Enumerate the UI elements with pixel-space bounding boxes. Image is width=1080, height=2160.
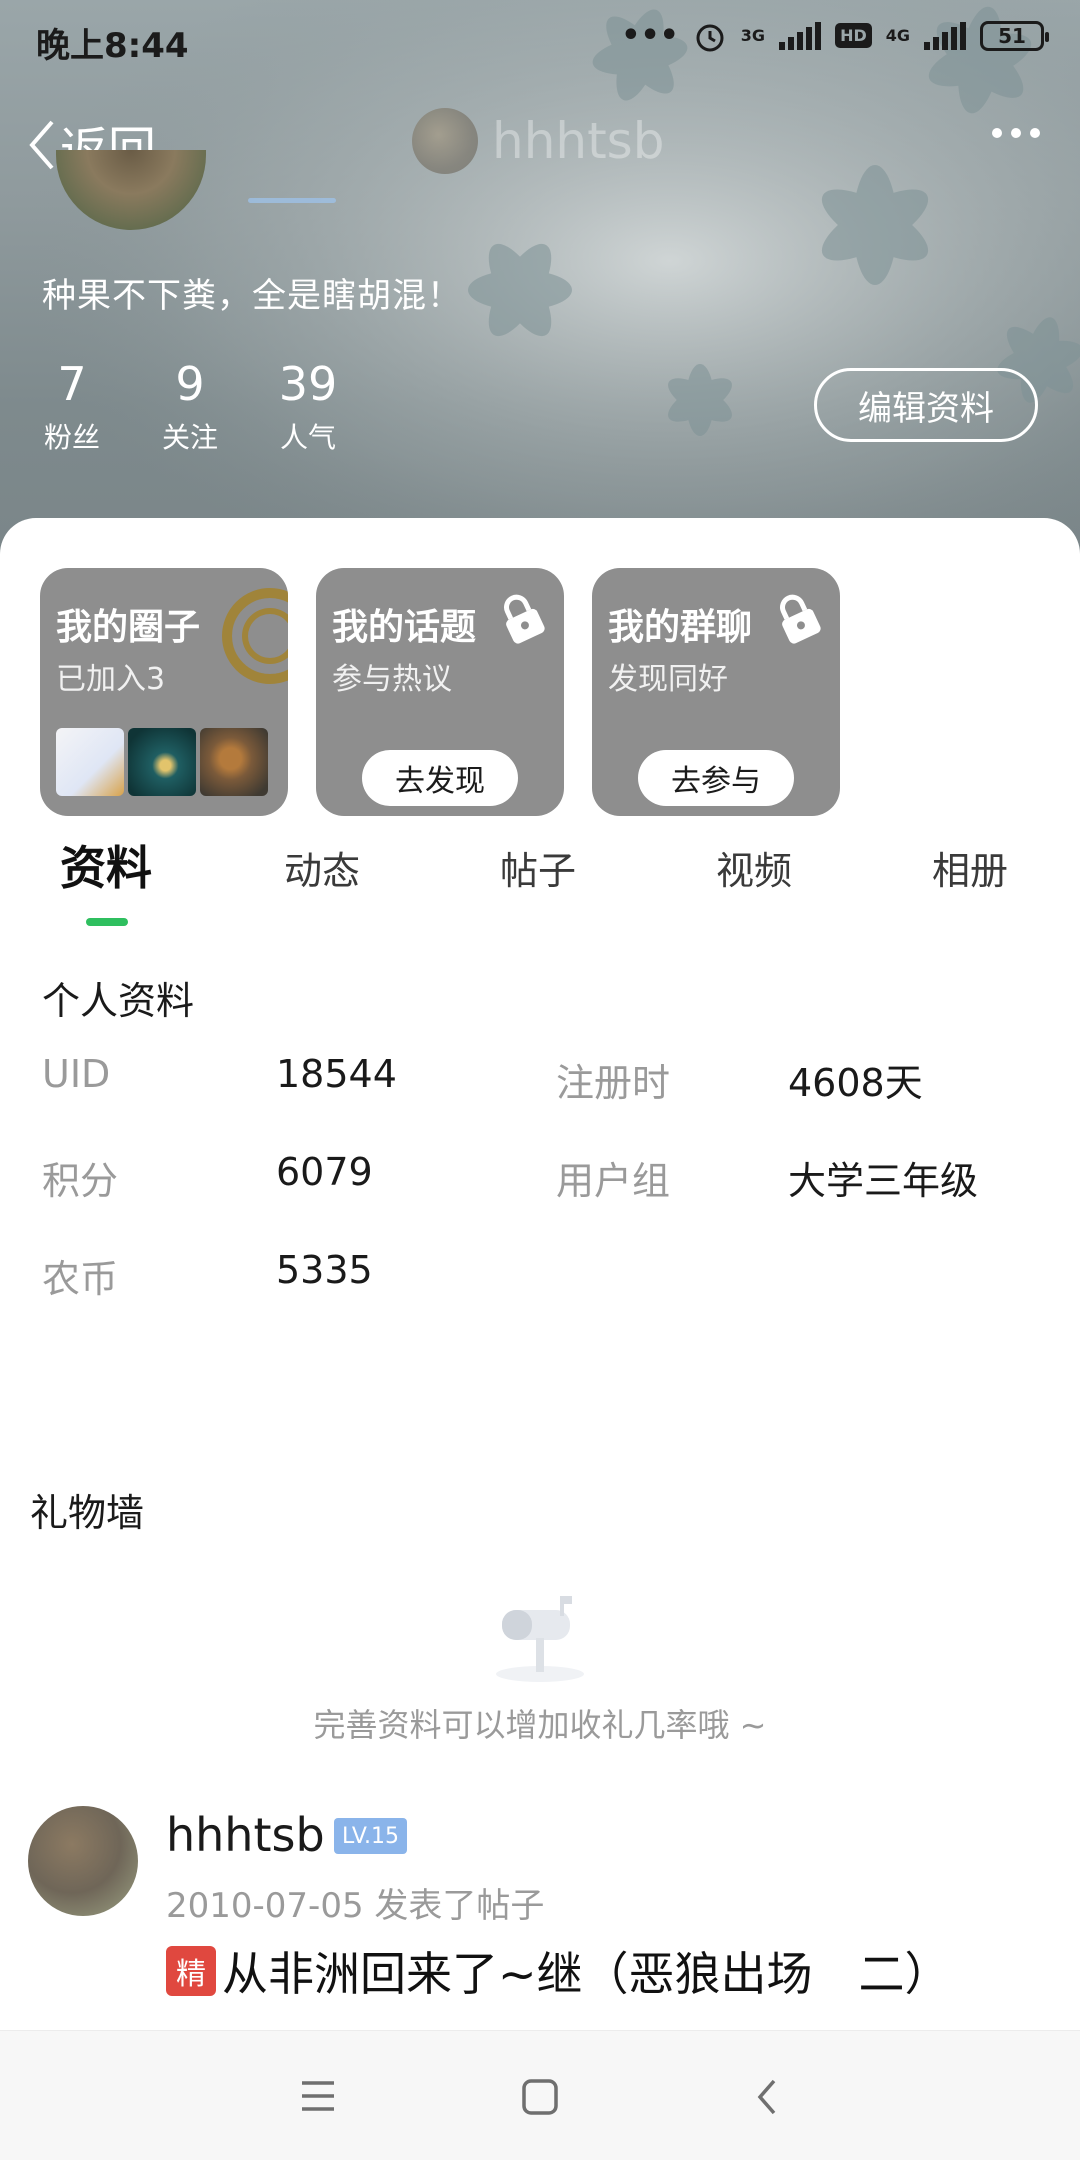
card-title: 我的群聊 [608,607,753,648]
stat-following-value: 9 [175,357,205,411]
tab-activity[interactable]: 动态 [284,840,360,895]
edit-profile-button[interactable]: 编辑资料 [814,368,1038,442]
post-title-text: 从非洲回来了~继（恶狼出场 二） [222,1947,951,2001]
network-4g-label: 4G [885,26,910,45]
card-my-circles[interactable]: 我的圈子 已加入3 [40,568,288,816]
circle-thumbnail[interactable] [200,728,268,796]
info-label-registered: 注册时 [556,1061,671,1105]
info-value-uid: 18544 [276,1052,397,1096]
circle-thumbnail[interactable] [128,728,196,796]
card-my-groups[interactable]: 我的群聊 发现同好 去参与 [592,568,840,816]
circle-thumbnails [56,728,268,796]
network-3g-label: 3G [740,26,766,45]
post-author-name[interactable]: hhhtsb [166,1808,325,1862]
gift-wall-title: 礼物墙 [30,1491,145,1535]
status-time: 晚上8:44 [36,26,189,66]
info-label-points: 积分 [42,1159,119,1203]
level-badge: LV.15 [334,1818,408,1854]
more-dots-icon [1030,128,1040,138]
active-tab-indicator [86,918,128,926]
featured-tag: 精 [166,1946,216,1996]
alarm-clock-icon [696,24,724,51]
card-title: 我的话题 [332,607,477,648]
more-dots-icon [1011,128,1021,138]
card-subtitle: 参与热议 [332,662,452,697]
stat-followers-value: 7 [57,357,87,411]
battery-icon: 51 [980,20,1049,51]
signal-strength-icon-2 [924,21,966,50]
profile-bio: 种果不下粪，全是瞎胡混！ [42,276,462,316]
card-subtitle: 已加入3 [56,662,166,697]
status-bar: 晚上8:44 ••• 3G HD 4G 51 [0,0,1080,80]
lock-icon [504,594,545,644]
info-label-coins: 农币 [42,1257,119,1301]
card-subtitle: 发现同好 [608,662,728,697]
info-label-user-group: 用户组 [556,1159,671,1203]
stat-followers[interactable]: 7 粉丝 [42,356,102,456]
nav-title: hhhtsb [412,108,664,174]
stat-popularity-label: 人气 [279,421,336,454]
stat-popularity[interactable]: 39 人气 [278,356,338,456]
info-value-registered: 4608天 [788,1061,923,1105]
system-navigation-bar [0,2030,1080,2160]
tab-videos[interactable]: 视频 [716,840,792,895]
circle-thumbnail[interactable] [56,728,124,796]
profile-content-sheet: 我的圈子 已加入3 我的话题 参与热议 去发现 我的群聊 发现同好 去参与 资料… [0,518,1080,2160]
tab-posts[interactable]: 帖子 [500,840,576,895]
post-meta: 2010-07-05 发表了帖子 [166,1886,545,1926]
more-dots-status-icon: ••• [621,18,679,53]
discover-button[interactable]: 去发现 [362,750,518,806]
back-chevron-icon [29,120,54,170]
feature-cards: 我的圈子 已加入3 我的话题 参与热议 去发现 我的群聊 发现同好 去参与 [40,568,840,816]
mailbox-icon [496,1596,584,1682]
gift-wall-empty-text: 完善资料可以增加收礼几率哦 ~ [313,1706,767,1744]
profile-stats: 7 粉丝 9 关注 39 人气 [42,356,338,456]
ring-decoration [222,588,288,684]
back-triangle-icon[interactable] [752,2077,782,2117]
profile-tabs: 资料 动态 帖子 视频 相册 [0,836,1080,926]
info-value-user-group: 大学三年级 [788,1159,979,1203]
card-title: 我的圈子 [56,607,201,648]
home-square-icon[interactable] [520,2077,560,2117]
info-label-uid: UID [42,1052,111,1096]
nav-username: hhhtsb [492,112,665,170]
stat-following-label: 关注 [161,421,218,454]
post-title[interactable]: 精 从非洲回来了~继（恶狼出场 二） [166,1938,951,2004]
lock-icon [780,594,821,644]
more-dots-icon [992,128,1002,138]
hd-icon: HD [835,23,872,48]
personal-info-title: 个人资料 [42,979,195,1023]
status-icons: ••• 3G HD 4G 51 [621,18,1049,53]
more-options-button[interactable] [992,128,1040,138]
post-author-avatar[interactable] [28,1806,138,1916]
header-indicator [248,198,336,203]
stat-popularity-value: 39 [278,357,338,411]
tab-profile[interactable]: 资料 [60,832,152,898]
join-button[interactable]: 去参与 [638,750,794,806]
battery-level: 51 [998,23,1026,48]
stat-followers-label: 粉丝 [43,421,100,454]
menu-icon[interactable] [298,2077,338,2115]
info-value-points: 6079 [276,1150,373,1194]
stat-following[interactable]: 9 关注 [160,356,220,456]
tab-albums[interactable]: 相册 [932,840,1008,895]
nav-avatar [412,108,478,174]
info-value-coins: 5335 [276,1248,373,1292]
signal-strength-icon-1 [779,21,822,50]
card-my-topics[interactable]: 我的话题 参与热议 去发现 [316,568,564,816]
